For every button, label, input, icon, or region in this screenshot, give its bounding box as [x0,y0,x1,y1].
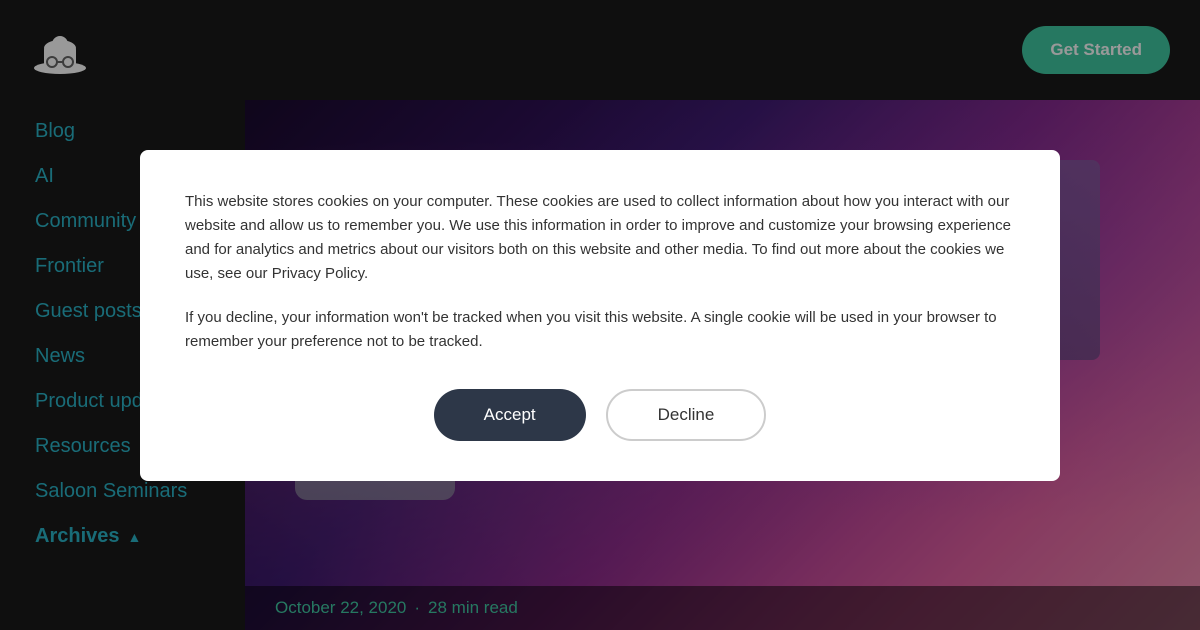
cookie-text-secondary: If you decline, your information won't b… [185,306,1015,354]
decline-button[interactable]: Decline [606,389,767,441]
cookie-modal: This website stores cookies on your comp… [140,150,1060,481]
cookie-buttons: Accept Decline [185,389,1015,441]
cookie-text-primary: This website stores cookies on your comp… [185,190,1015,286]
modal-overlay: This website stores cookies on your comp… [0,0,1200,630]
accept-button[interactable]: Accept [434,389,586,441]
